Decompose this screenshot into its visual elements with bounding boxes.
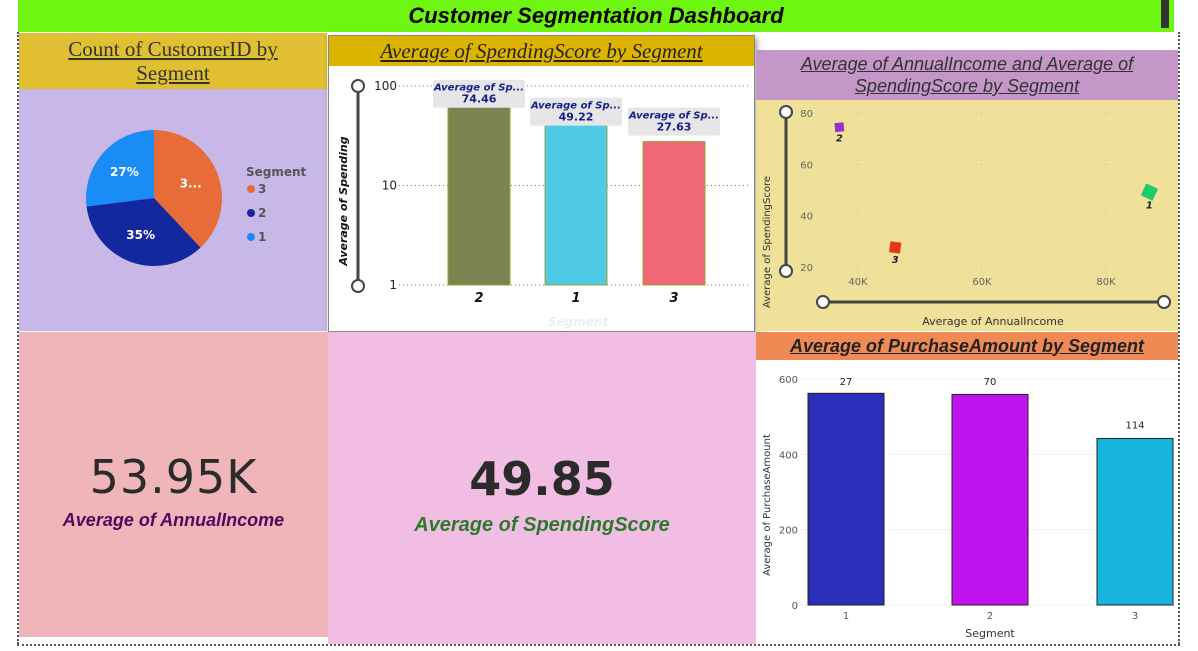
scatter-y-slider-handle-bottom[interactable] [779,264,793,278]
scatter-point-label: 3 [892,255,899,266]
scatter-x-tick-label: 40K [848,277,868,288]
spending-chart-header: Average of SpendingScore by Segment [329,36,754,66]
scatter-chart-panel[interactable]: Average of AnnualIncome and Average of S… [756,50,1178,331]
spending-x-tick-label: 3 [669,291,678,306]
frame-border-right [1178,32,1180,644]
scatter-x-tick-label: 60K [972,277,992,288]
kpi-annual-income-label: Average of AnnualIncome [62,510,285,530]
scatter-y-axis-title: Average of SpendingScore [762,176,773,308]
pie-chart-title: Count of CustomerID by Segment [68,37,278,85]
scatter-x-axis-title: Average of AnnualIncome [922,315,1064,328]
pie-slice-label-2: 35% [126,228,155,242]
purchase-y-tick-label: 200 [779,526,798,537]
scrollbar-thumb[interactable] [1161,0,1169,28]
scatter-y-tick-label: 60 [800,160,813,171]
spending-x-axis-title: Segment [548,315,610,329]
pie-chart-svg: 3... 35% 27% Segment 3 2 1 [86,130,307,266]
legend-label-segment-1[interactable]: 1 [258,230,266,244]
dashboard-title-bar: Customer Segmentation Dashboard [18,0,1174,32]
purchase-x-tick-label: 1 [843,611,849,622]
spending-chart-svg: 110100 Average of Spending Average of Sp… [337,79,749,329]
pie-slice-label-1: 27% [110,165,139,179]
spending-data-label-value: 74.46 [462,93,497,106]
scatter-chart-title: Average of AnnualIncome and Average of S… [800,54,1134,96]
scatter-x-slider-handle-left[interactable] [816,295,830,309]
spending-chart-title: Average of SpendingScore by Segment [380,38,703,63]
purchase-chart-svg: 0 200 400 600 Average of PurchaseAmount Seg… [762,375,1174,640]
purchase-bar-segment-1[interactable] [807,392,885,606]
spending-bar-segment-3[interactable] [642,141,706,286]
purchase-y-axis-title: Average of PurchaseAmount [762,434,773,576]
spending-x-tick-label: 1 [571,291,580,306]
spending-y-tick-label: 1 [389,278,397,292]
spending-bar-segment-2[interactable] [447,98,511,286]
kpi-card-spending-score[interactable]: 49.85 Average of SpendingScore [328,332,756,644]
purchase-data-label: 27 [840,377,853,388]
legend-marker-segment-2 [247,209,255,217]
scatter-x-slider-handle-right[interactable] [1157,295,1171,309]
scatter-y-tick-label: 20 [800,263,813,274]
legend-marker-segment-3 [247,185,255,193]
scatter-point-label: 1 [1146,201,1153,212]
pie-chart-panel[interactable]: Count of CustomerID by Segment 3... 35% 27… [19,33,327,331]
pie-slice-label-3: 3... [180,176,202,190]
scatter-point-label: 2 [836,134,843,145]
spending-chart-panel[interactable]: Average of SpendingScore by Segment 1 10 1… [328,35,755,332]
legend-label-segment-2[interactable]: 2 [258,206,266,220]
pie-chart-header: Count of CustomerID by Segment [19,33,327,89]
purchase-y-tick-label: 0 [792,601,798,612]
purchase-chart-panel[interactable]: Average of PurchaseAmount by Segment 0 20… [756,332,1178,644]
legend-label-segment-3[interactable]: 3 [258,182,266,196]
scatter-y-slider-handle-top[interactable] [779,105,793,119]
scatter-y-tick-label: 80 [800,109,813,120]
scatter-point-segment-2[interactable] [834,122,845,133]
purchase-bar-segment-2[interactable] [951,393,1029,606]
kpi-card-annual-income[interactable]: 53.95K Average of AnnualIncome [19,332,328,637]
purchase-chart-header: Average of PurchaseAmount by Segment [756,332,1178,360]
spending-y-slider-handle-bottom[interactable] [351,279,365,293]
spending-y-slider-handle-top[interactable] [351,79,365,93]
kpi-annual-income-value: 53.95K [89,450,258,504]
scatter-point-segment-1[interactable] [1140,183,1159,201]
purchase-y-tick-label: 400 [779,450,798,461]
kpi-spending-score-label: Average of SpendingScore [414,514,670,536]
legend-marker-segment-1 [247,233,255,241]
purchase-x-tick-label: 3 [1132,611,1138,622]
scatter-chart-svg: 20 40 60 80 40K 60K 80K Average of SpendingSco… [762,105,1171,328]
purchase-bar-segment-3[interactable] [1096,438,1174,606]
purchase-chart-title: Average of PurchaseAmount by Segment [789,335,1145,356]
frame-border-bottom [17,644,1180,646]
purchase-x-tick-label: 2 [987,611,993,622]
kpi-spending-score-value: 49.85 [469,452,615,506]
spending-bar-segment-1[interactable] [544,116,608,286]
spending-data-label-value: 27.63 [657,121,692,134]
scatter-chart-header: Average of AnnualIncome and Average of S… [756,50,1178,100]
spending-y-axis-title: Average of Spending [337,136,350,266]
purchase-x-axis-title: Segment [965,627,1015,640]
scatter-x-tick-label: 80K [1096,277,1116,288]
spending-x-tick-label: 2 [474,291,483,306]
purchase-data-label: 70 [984,377,997,388]
pie-legend-title: Segment [246,165,307,179]
purchase-data-label: 114 [1125,421,1144,432]
spending-y-tick-label: 100 [374,79,397,93]
scatter-point-segment-3[interactable] [888,241,902,254]
purchase-y-tick-label: 600 [779,375,798,386]
spending-y-tick-label: 10 [382,179,397,193]
dashboard-title: Customer Segmentation Dashboard [408,3,784,28]
spending-data-label-value: 49.22 [559,111,594,124]
scatter-y-tick-label: 40 [800,212,813,223]
